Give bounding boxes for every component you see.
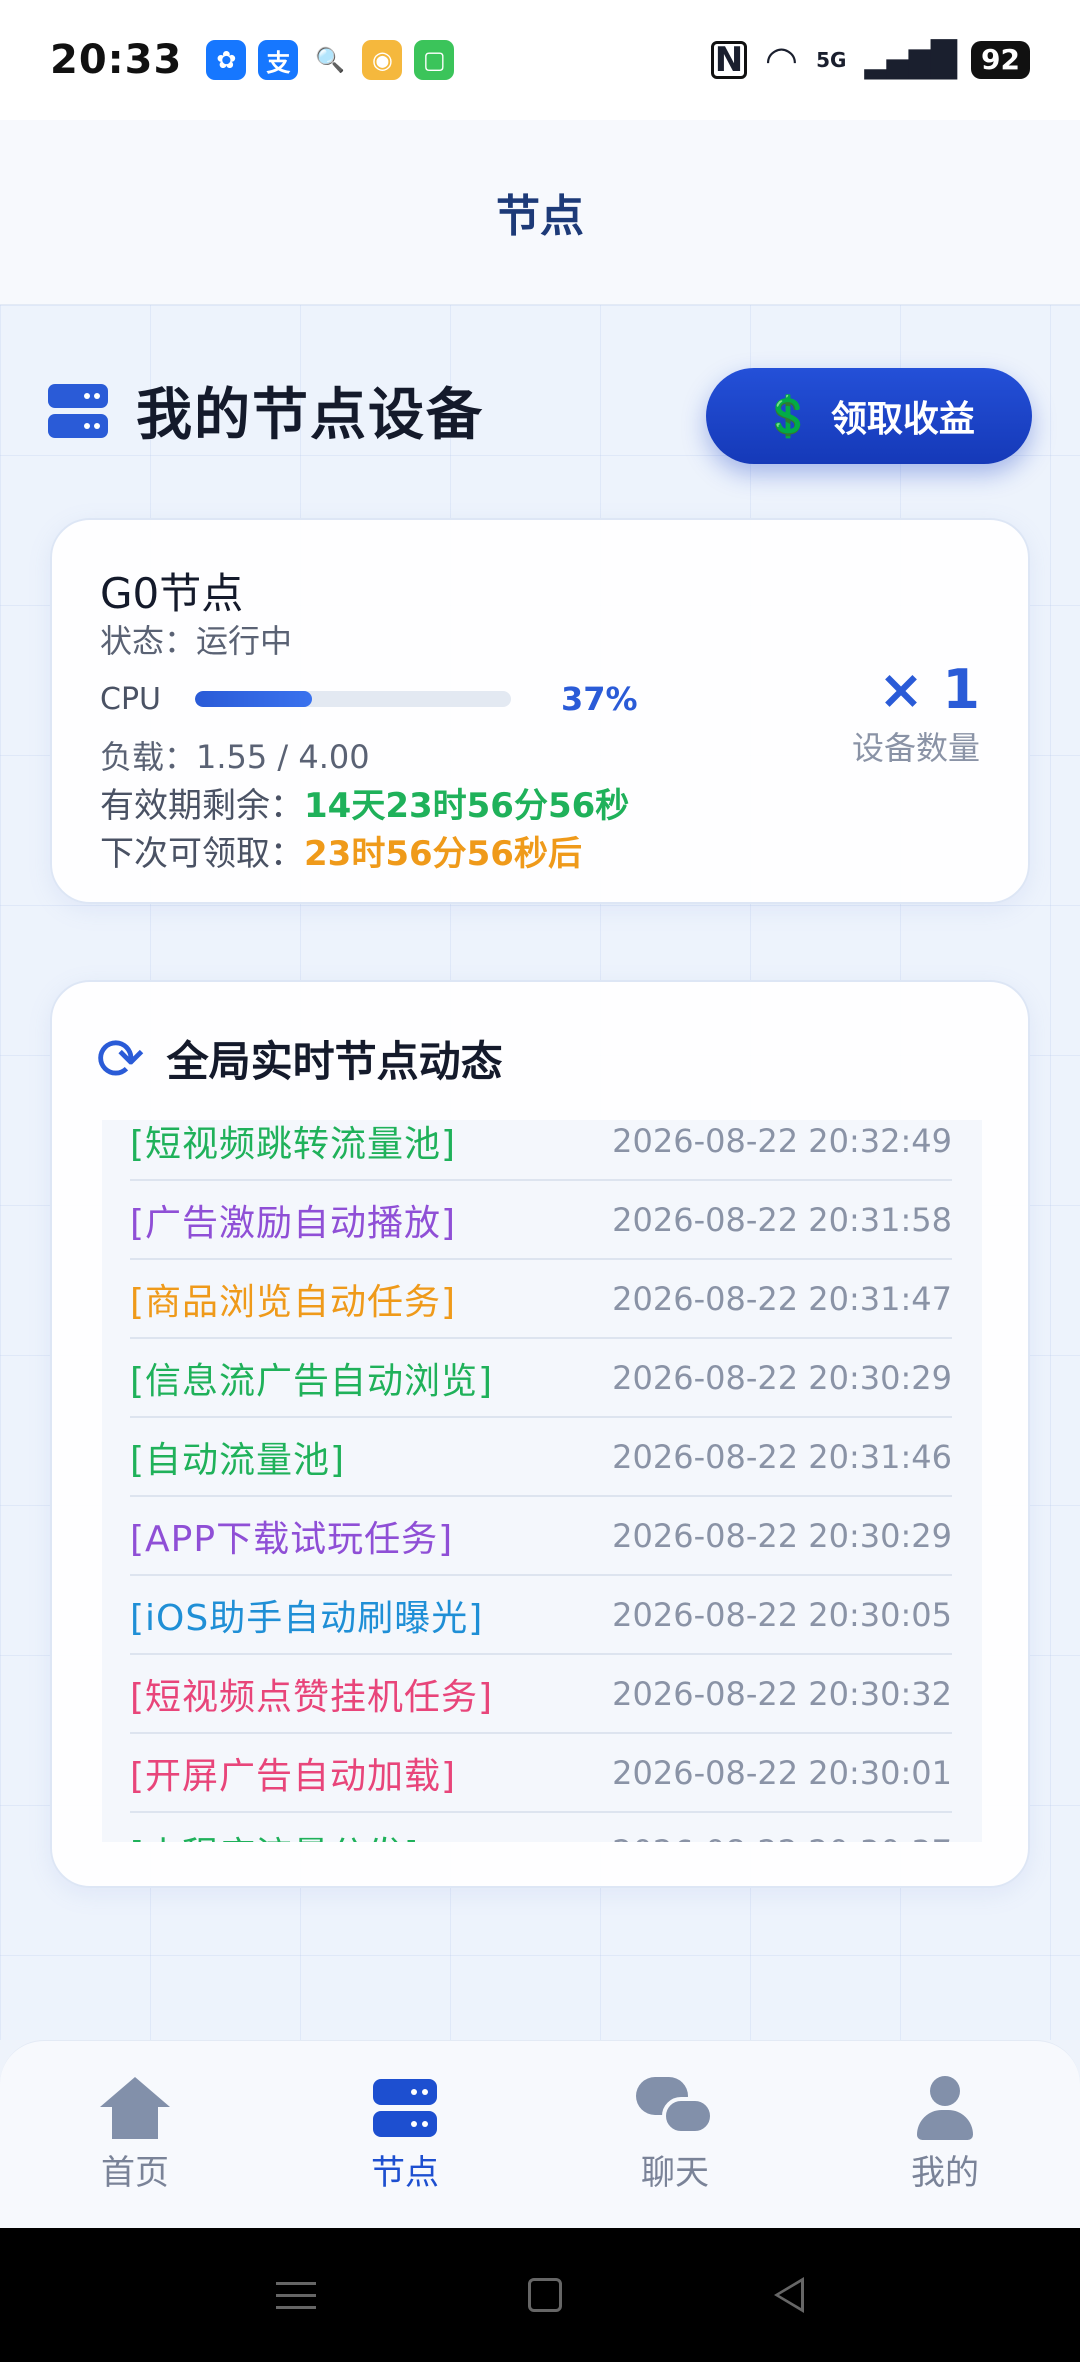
validity-label: 有效期剩余： bbox=[100, 786, 304, 826]
next-claim-value: 23时56分56秒后 bbox=[304, 834, 582, 874]
page-title: 节点 bbox=[496, 191, 584, 242]
activity-task: [iOS助手自动刷曝光] bbox=[130, 1597, 484, 1639]
nav-item-node[interactable]: 节点 bbox=[305, 2075, 505, 2194]
home-system-icon[interactable] bbox=[528, 2278, 562, 2312]
recent-apps-icon[interactable] bbox=[276, 2281, 316, 2309]
activity-time: 2026-08-22 20:31:46 bbox=[612, 1437, 952, 1476]
money-hand-icon: 💲 bbox=[763, 393, 813, 440]
activity-card: ⟳ 全局实时节点动态 [短视频跳转流量池] 2026-08-22 20:32:49… bbox=[50, 980, 1030, 1888]
activity-task: [商品浏览自动任务] bbox=[130, 1281, 457, 1323]
next-claim-row: 下次可领取：23时56分56秒后 bbox=[100, 826, 582, 875]
nfc-icon: N bbox=[710, 40, 747, 80]
node-name: G0节点 bbox=[100, 569, 244, 618]
status-time: 20:33 bbox=[50, 37, 183, 83]
activity-row: [短视频点赞挂机任务] 2026-08-22 20:30:32 bbox=[130, 1655, 952, 1734]
activity-task: [广告激励自动播放] bbox=[130, 1202, 457, 1244]
device-count-label: 设备数量 bbox=[851, 729, 980, 767]
validity-value: 14天23时56分56秒 bbox=[304, 786, 630, 826]
sync-icon: ⟳ bbox=[96, 1024, 145, 1093]
claim-button-label: 领取收益 bbox=[830, 399, 975, 440]
status-bar: 20:33 ✿ 支 🔍 ◉ ▢ N ◠ 5G ▂▄▆█ 92 bbox=[0, 0, 1080, 120]
activity-row: [自动流量池] 2026-08-22 20:31:46 bbox=[130, 1418, 952, 1497]
activity-row: [iOS助手自动刷曝光] 2026-08-22 20:30:05 bbox=[130, 1576, 952, 1655]
activity-time: 2026-08-22 20:30:37 bbox=[612, 1833, 952, 1843]
activity-row: [短视频跳转流量池] 2026-08-22 20:32:49 bbox=[130, 1120, 952, 1181]
activity-task: [信息流广告自动浏览] bbox=[130, 1360, 494, 1402]
weibo-app-icon: ◉ bbox=[362, 40, 403, 80]
cpu-progress-track bbox=[195, 691, 511, 707]
system-nav-bar bbox=[0, 2228, 1080, 2362]
activity-row: [开屏广告自动加载] 2026-08-22 20:30:01 bbox=[130, 1734, 952, 1813]
activity-time: 2026-08-22 20:31:58 bbox=[612, 1200, 952, 1239]
activity-task: [短视频点赞挂机任务] bbox=[130, 1676, 494, 1718]
alipay-app-icon: 支 bbox=[258, 40, 299, 80]
activity-title: 全局实时节点动态 bbox=[166, 1037, 503, 1086]
nav-item-home[interactable]: 首页 bbox=[35, 2075, 235, 2194]
nav-label: 节点 bbox=[371, 2153, 439, 2193]
activity-time: 2026-08-22 20:30:32 bbox=[612, 1674, 952, 1713]
activity-time: 2026-08-22 20:31:47 bbox=[612, 1279, 952, 1318]
activity-list[interactable]: [短视频跳转流量池] 2026-08-22 20:32:49 [广告激励自动播放] 2… bbox=[102, 1120, 982, 1842]
activity-task: [短视频跳转流量池] bbox=[130, 1123, 457, 1165]
cpu-percent: 37% bbox=[561, 680, 638, 718]
section-header: 我的节点设备 bbox=[48, 370, 484, 451]
activity-task: [开屏广告自动加载] bbox=[130, 1755, 457, 1797]
home-icon bbox=[100, 2075, 170, 2141]
chat-icon bbox=[636, 2075, 714, 2141]
page-header: 节点 bbox=[0, 120, 1080, 305]
bottom-nav: 首页 节点 聊天 我的 bbox=[0, 2040, 1080, 2228]
nav-label: 我的 bbox=[911, 2153, 979, 2193]
pinwheel-app-icon: ✿ bbox=[206, 40, 247, 80]
cpu-label: CPU bbox=[100, 681, 161, 717]
server-icon bbox=[48, 383, 108, 438]
next-claim-label: 下次可领取： bbox=[100, 834, 304, 874]
node-status: 状态：运行中 bbox=[100, 622, 293, 660]
cpu-progress-fill bbox=[195, 691, 312, 707]
device-card[interactable]: G0节点 状态：运行中 CPU 37% 负载：1.55 / 4.00 有效期剩余… bbox=[50, 518, 1030, 904]
search-app-icon: 🔍 bbox=[310, 40, 351, 80]
activity-row: [商品浏览自动任务] 2026-08-22 20:31:47 bbox=[130, 1260, 952, 1339]
activity-task: [自动流量池] bbox=[130, 1439, 346, 1481]
signal-label: 5G bbox=[816, 48, 847, 72]
activity-task: [小程序流量分发] bbox=[130, 1826, 419, 1843]
activity-header: ⟳ 全局实时节点动态 bbox=[96, 1028, 503, 1089]
activity-row: [APP下载试玩任务] 2026-08-22 20:30:29 bbox=[130, 1497, 952, 1576]
battery-level: 92 bbox=[971, 41, 1030, 79]
activity-time: 2026-08-22 20:30:05 bbox=[612, 1595, 952, 1634]
activity-row: [信息流广告自动浏览] 2026-08-22 20:30:29 bbox=[130, 1339, 952, 1418]
status-indicators: N ◠ 5G ▂▄▆█ 92 bbox=[710, 38, 1030, 82]
activity-row: [小程序流量分发] 2026-08-22 20:30:37 bbox=[130, 1813, 952, 1843]
load-text: 负载：1.55 / 4.00 bbox=[100, 738, 370, 776]
server-icon bbox=[373, 2075, 437, 2141]
validity-row: 有效期剩余：14天23时56分56秒 bbox=[100, 778, 629, 827]
nav-item-mine[interactable]: 我的 bbox=[845, 2075, 1045, 2194]
activity-time: 2026-08-22 20:30:29 bbox=[612, 1358, 952, 1397]
claim-earnings-button[interactable]: 💲 领取收益 bbox=[706, 368, 1032, 464]
user-icon bbox=[915, 2075, 975, 2141]
activity-time: 2026-08-22 20:30:29 bbox=[612, 1516, 952, 1555]
activity-row: [广告激励自动播放] 2026-08-22 20:31:58 bbox=[130, 1181, 952, 1260]
signal-icon: ▂▄▆█ bbox=[864, 40, 957, 80]
message-app-icon: ▢ bbox=[414, 40, 455, 80]
nav-label: 聊天 bbox=[641, 2153, 709, 2193]
nav-label: 首页 bbox=[101, 2153, 169, 2193]
device-count-value: × 1 bbox=[878, 658, 980, 721]
nav-item-chat[interactable]: 聊天 bbox=[575, 2075, 775, 2194]
activity-time: 2026-08-22 20:30:01 bbox=[612, 1753, 952, 1792]
activity-task: [APP下载试玩任务] bbox=[130, 1518, 454, 1560]
wifi-icon: ◠ bbox=[764, 38, 799, 82]
device-count: × 1 设备数量 bbox=[852, 658, 980, 769]
back-icon[interactable] bbox=[774, 2277, 804, 2313]
cpu-row: CPU 37% bbox=[100, 680, 638, 718]
activity-time: 2026-08-22 20:32:49 bbox=[612, 1121, 952, 1160]
section-title: 我的节点设备 bbox=[136, 383, 484, 448]
status-app-icons: ✿ 支 🔍 ◉ ▢ bbox=[206, 40, 455, 80]
